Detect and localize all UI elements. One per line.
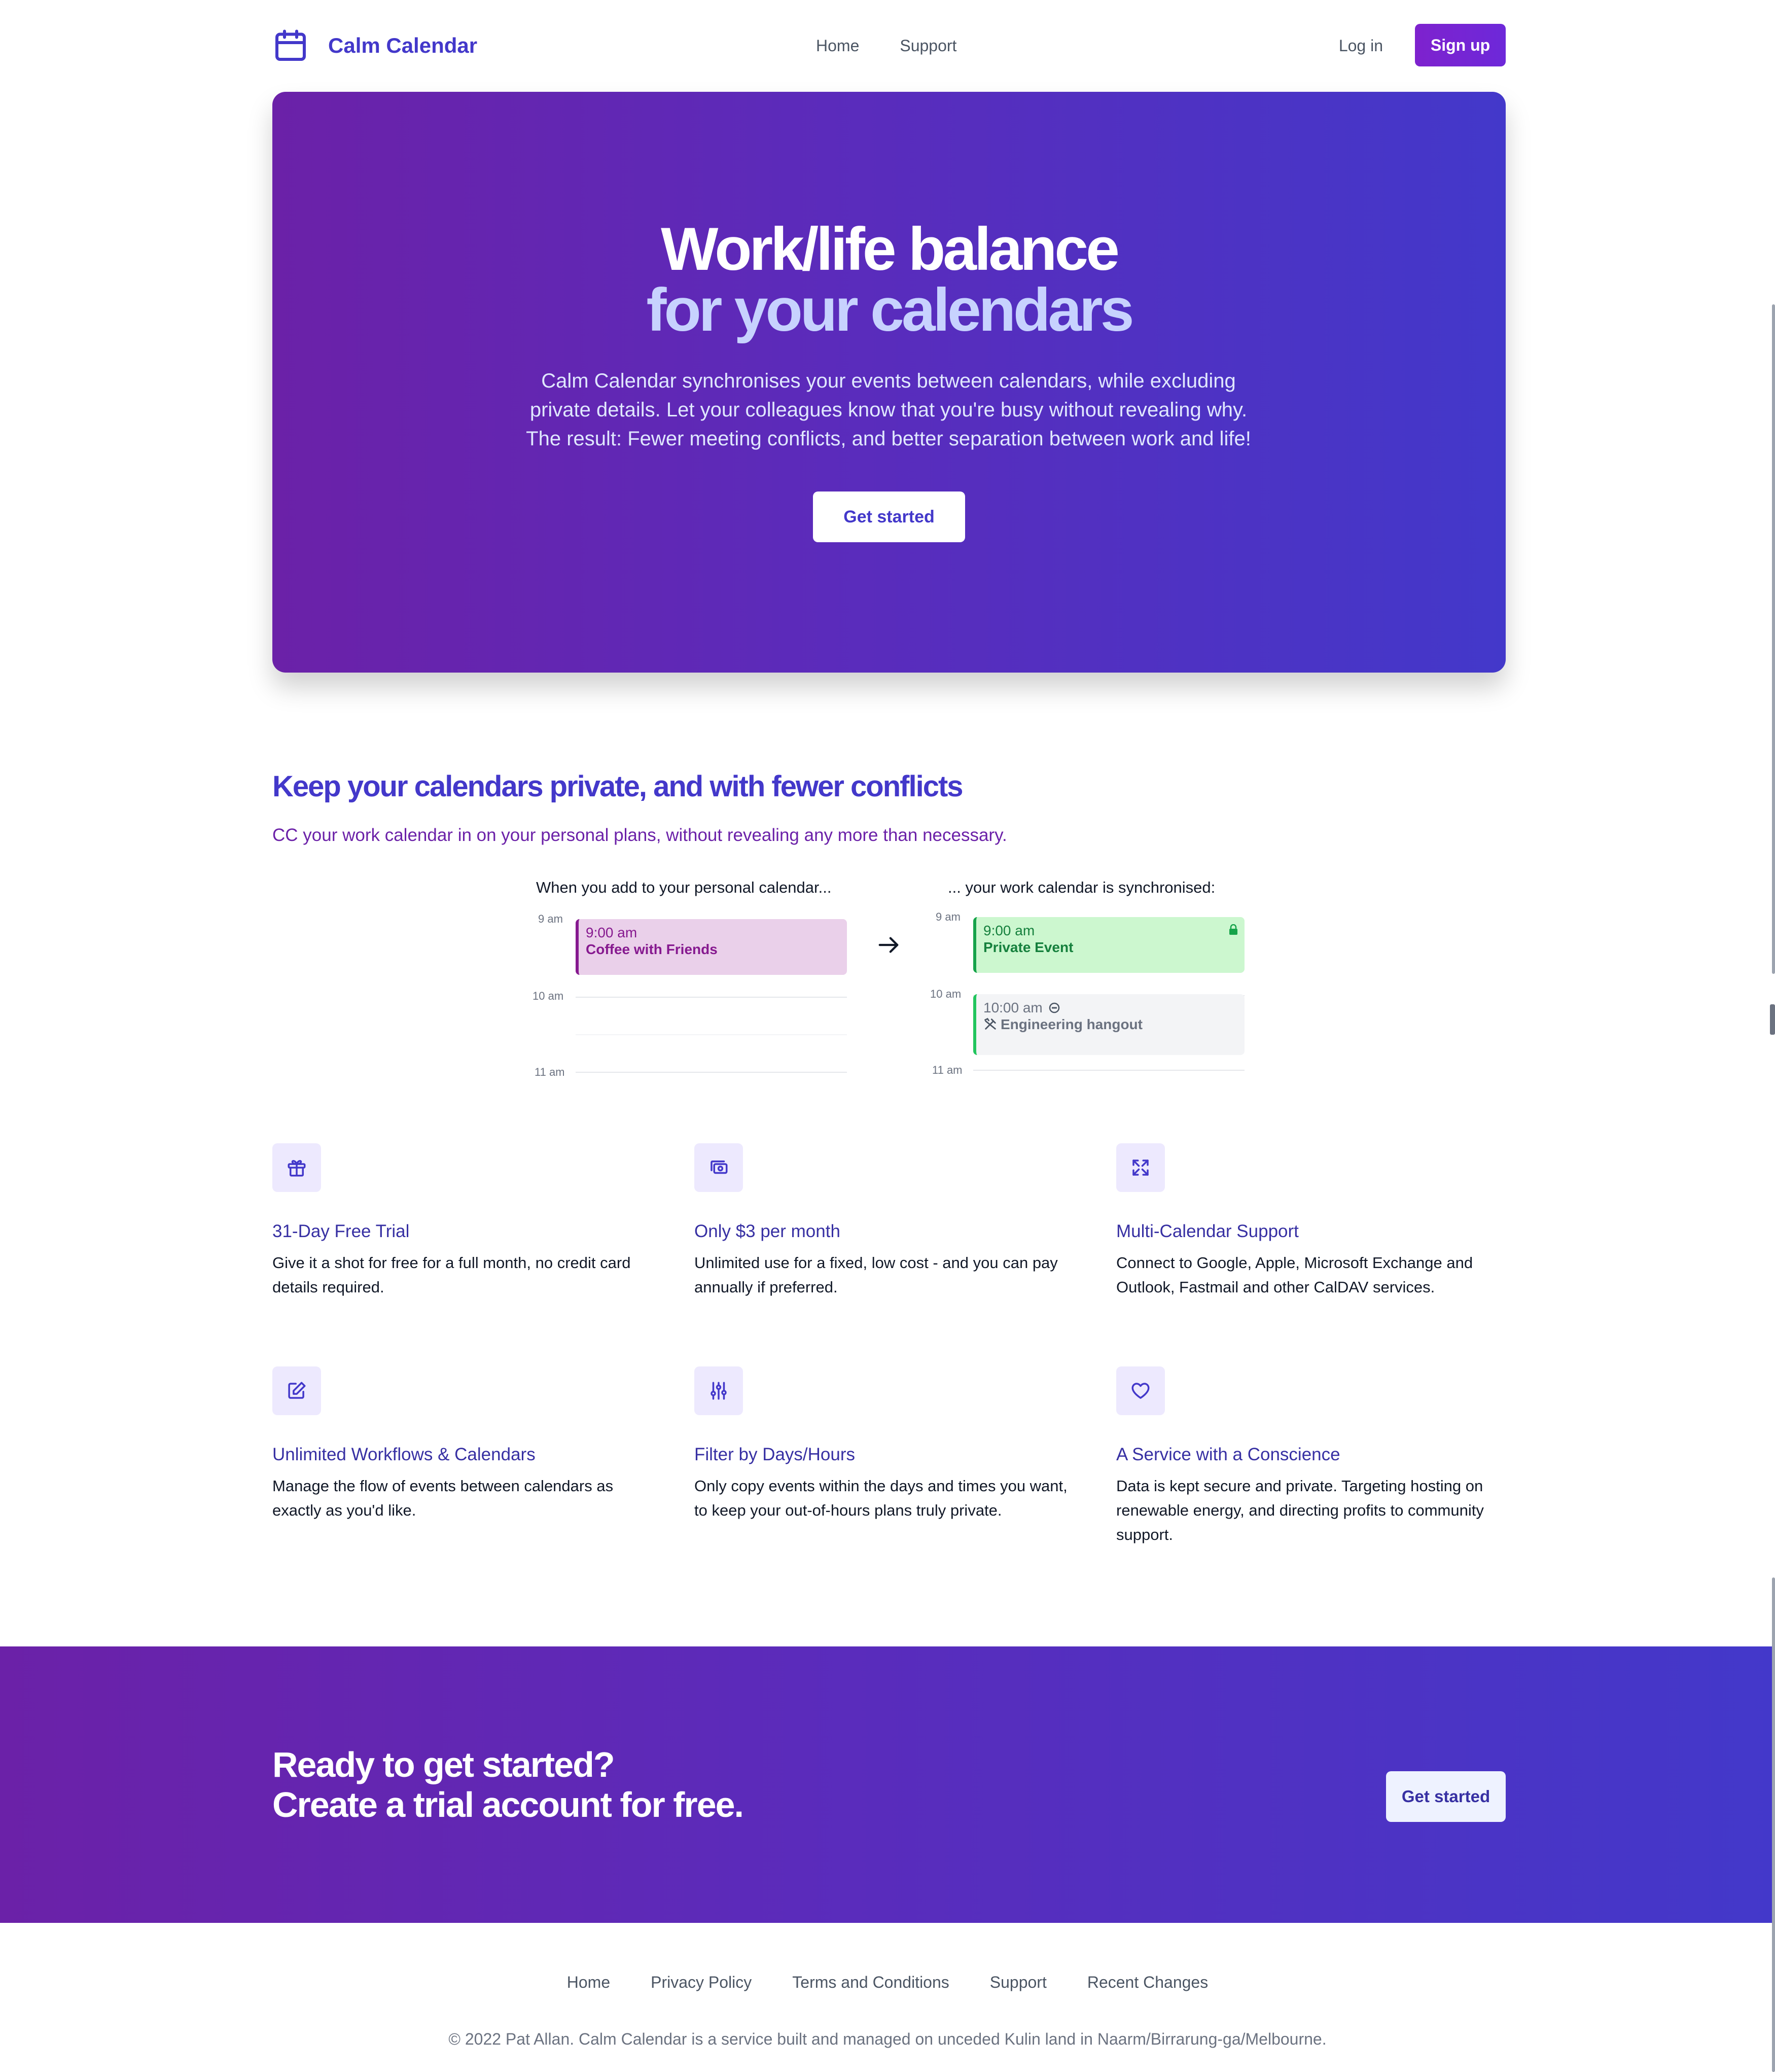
nav-support-link[interactable]: Support [900, 37, 956, 55]
feature-title: Filter by Days/Hours [694, 1445, 856, 1464]
cta-heading-line2: Create a trial account for free. [272, 1785, 744, 1824]
time-label: 9 am [936, 910, 961, 923]
feature-icon-box [694, 1143, 743, 1192]
hour-divider [576, 997, 847, 998]
tools-icon [984, 1017, 996, 1030]
cta-band: Ready to get started? Create a trial acc… [0, 1646, 1775, 1923]
hour-divider [576, 1072, 847, 1073]
nav-home-link[interactable]: Home [816, 37, 859, 55]
edit-icon [288, 1382, 306, 1399]
hero-panel: Work/life balance for your calendars Cal… [272, 92, 1506, 673]
scrollbar-track[interactable] [1772, 1577, 1775, 2072]
feature-icon-box [272, 1143, 321, 1192]
event-title: Private Event [983, 939, 1074, 955]
login-link[interactable]: Log in [1339, 24, 1383, 67]
feature-card: 31-Day Free Trial Give it a shot for fre… [272, 1143, 658, 1300]
brand-link[interactable]: Calm Calendar [272, 24, 477, 67]
footer-changes-link[interactable]: Recent Changes [1087, 1973, 1208, 1992]
hour-divider [973, 1070, 1245, 1071]
feature-description: Only copy events within the days and tim… [694, 1477, 1068, 1519]
hero-title-line2: for your calendars [646, 276, 1134, 344]
lock-icon [1229, 924, 1237, 935]
feature-icon-box [694, 1366, 743, 1415]
feature-title: A Service with a Conscience [1116, 1445, 1340, 1464]
time-label: 11 am [932, 1064, 963, 1076]
gift-icon [288, 1160, 306, 1177]
signup-button[interactable]: Sign up [1415, 24, 1506, 66]
feature-card: Unlimited Workflows & Calendars Manage t… [272, 1366, 658, 1523]
calendar-icon [275, 29, 306, 61]
time-label: 10 am [930, 988, 962, 1000]
feature-title: Only $3 per month [694, 1221, 840, 1241]
work-calendar-caption: ... your work calendar is synchronised: [948, 879, 1216, 896]
feature-icon-box [272, 1366, 321, 1415]
event-title: Coffee with Friends [586, 941, 718, 957]
hero-description: Calm Calendar synchronises your events b… [526, 370, 1251, 450]
feature-description: Connect to Google, Apple, Microsoft Exch… [1116, 1254, 1473, 1296]
footer-terms-link[interactable]: Terms and Conditions [792, 1973, 949, 1992]
arrow-right-icon [878, 937, 899, 953]
feature-description: Data is kept secure and private. Targeti… [1116, 1477, 1484, 1543]
time-label: 10 am [532, 990, 564, 1002]
feature-title: Multi-Calendar Support [1116, 1221, 1299, 1241]
event-time-text: 10:00 am [983, 1000, 1043, 1015]
top-nav: Calm Calendar Home Support Log in Sign u… [272, 24, 1506, 67]
section-title: Keep your calendars private, and with fe… [272, 770, 964, 803]
feature-description: Give it a shot for free for a full month… [272, 1254, 631, 1296]
event-time: 9:00 am [983, 923, 1035, 938]
calendar-event[interactable]: 9:00 am Coffee with Friends [576, 919, 847, 975]
event-time: 9:00 am [586, 925, 637, 940]
event-title: Engineering hangout [983, 1016, 1237, 1033]
time-label: 9 am [538, 912, 563, 925]
expand-icon [1132, 1160, 1149, 1176]
calendar-event[interactable]: 10:00 am Engineering hangout [973, 994, 1245, 1055]
feature-description: Manage the flow of events between calend… [272, 1477, 614, 1519]
nav-links: Home Support [816, 24, 956, 67]
footer-links: Home Privacy Policy Terms and Conditions… [0, 1973, 1775, 1992]
feature-title: Unlimited Workflows & Calendars [272, 1445, 536, 1464]
feature-description: Unlimited use for a fixed, low cost - an… [694, 1254, 1058, 1296]
footer-privacy-link[interactable]: Privacy Policy [651, 1973, 752, 1992]
money-icon [711, 1161, 728, 1174]
time-label: 11 am [535, 1066, 565, 1078]
brand-name: Calm Calendar [328, 33, 478, 57]
copyright-text: © 2022 Pat Allan. Calm Calendar is a ser… [448, 2030, 1327, 2048]
half-hour-divider [576, 1034, 847, 1035]
calendar-event[interactable]: 9:00 am Private Event [973, 917, 1245, 973]
footer-home-link[interactable]: Home [567, 1973, 610, 1992]
feature-icon-box [1116, 1143, 1165, 1192]
sliders-icon [711, 1382, 727, 1400]
cta-get-started-button[interactable]: Get started [1386, 1771, 1506, 1822]
hero-title-line1: Work/life balance [661, 215, 1120, 283]
hero-get-started-button[interactable]: Get started [813, 491, 965, 542]
event-time: 10:00 am [983, 999, 1237, 1016]
section-subtitle: CC your work calendar in on your persona… [272, 825, 1007, 845]
personal-calendar-caption: When you add to your personal calendar..… [536, 879, 832, 896]
feature-card: Filter by Days/Hours Only copy events wi… [694, 1366, 1080, 1523]
feature-card: A Service with a Conscience Data is kept… [1116, 1366, 1502, 1547]
feature-icon-box [1116, 1366, 1165, 1415]
feature-card: Only $3 per month Unlimited use for a fi… [694, 1143, 1080, 1300]
cta-heading-line1: Ready to get started? [272, 1745, 615, 1784]
footer-support-link[interactable]: Support [990, 1973, 1047, 1992]
heart-icon [1131, 1383, 1150, 1399]
scrollbar-track[interactable] [1772, 304, 1775, 974]
feature-title: 31-Day Free Trial [272, 1221, 410, 1241]
scrollbar-thumb[interactable] [1770, 1004, 1775, 1035]
feature-card: Multi-Calendar Support Connect to Google… [1116, 1143, 1502, 1300]
busy-icon [1049, 1002, 1059, 1013]
event-title-text: Engineering hangout [1001, 1016, 1143, 1032]
